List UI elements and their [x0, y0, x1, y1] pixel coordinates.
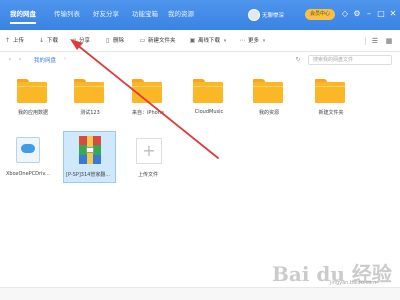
- tab-my-netdisk[interactable]: 我的网盘: [10, 8, 36, 24]
- offline-download-label: 离线下载: [198, 38, 221, 44]
- upload-button[interactable]: ↑ 上传: [4, 36, 24, 46]
- tab-friend-share[interactable]: 好友分享: [93, 8, 119, 18]
- folder-item[interactable]: CloudMusic: [183, 79, 235, 134]
- offline-download-button[interactable]: ▣ 离线下载 ▾: [189, 36, 227, 46]
- file-label: [P-SP]314管家翻...: [66, 172, 111, 178]
- folder-item[interactable]: 测试123: [64, 79, 116, 134]
- toolbar: ↑ 上传 ↓ 下载 ⊲ 分享 ▯ 删除 ▭ 新建文件夹 ▣ 离线下载 ▾ ⋯ 更多 ▾ ☰ ▦: [0, 30, 400, 52]
- folder-label: 来自：iPhone: [132, 110, 164, 116]
- back-icon[interactable]: ‹: [6, 55, 14, 65]
- status-bar: [0, 287, 400, 300]
- chevron-down-icon: ▾: [262, 38, 266, 44]
- refresh-icon[interactable]: ↻: [294, 55, 302, 65]
- folder-label: 新建文件夹: [318, 110, 344, 116]
- upload-tile-label: 上传文件: [138, 172, 159, 178]
- download-label: 下载: [47, 38, 59, 44]
- upload-icon: ↑: [4, 37, 11, 44]
- minimize-icon[interactable]: –: [364, 9, 374, 19]
- more-button[interactable]: ⋯ 更多 ▾: [239, 36, 266, 46]
- folder-label: CloudMusic: [194, 109, 224, 115]
- folder-icon: [193, 79, 223, 103]
- more-icon: ⋯: [239, 37, 246, 44]
- chevron-down-icon: ▾: [223, 38, 227, 44]
- gear-icon[interactable]: ⚙: [352, 9, 362, 19]
- folder-icon: [253, 79, 283, 103]
- share-icon: ⊲: [70, 37, 77, 44]
- forward-icon[interactable]: ›: [16, 55, 24, 65]
- cloud-file-icon[interactable]: [16, 137, 40, 163]
- top-header-bar: 我的网盘 传输列表 好友分享 功能宝箱 我的资源 无聊惨深 会员中心 ◇ ⚙ –…: [0, 0, 400, 30]
- folder-label: 我的资源: [258, 110, 279, 116]
- folder-item[interactable]: 来自：iPhone: [122, 79, 174, 134]
- close-icon[interactable]: ✕: [388, 9, 398, 19]
- folder-item[interactable]: 我的应用数据: [7, 79, 59, 134]
- grid-view-icon[interactable]: ▦: [384, 36, 394, 46]
- folder-icon: [74, 79, 104, 103]
- tab-my-resources[interactable]: 我的资源: [168, 8, 194, 18]
- breadcrumb-bar: ‹ › 我的网盘 › ↻: [0, 52, 400, 68]
- share-button[interactable]: ⊲ 分享: [70, 36, 90, 46]
- breadcrumb-arrow-icon: ›: [64, 56, 66, 62]
- new-folder-label: 新建文件夹: [148, 38, 176, 44]
- tab-feature-box[interactable]: 功能宝箱: [132, 8, 158, 18]
- folder-icon: [132, 79, 162, 103]
- delete-button[interactable]: ▯ 删除: [104, 36, 124, 46]
- username[interactable]: 无聊惨深: [262, 11, 284, 19]
- trash-icon: ▯: [105, 37, 110, 44]
- plus-icon: +: [142, 141, 156, 160]
- folder-item[interactable]: 新建文件夹: [305, 79, 357, 134]
- folder-label: 我的应用数据: [17, 110, 48, 116]
- avatar[interactable]: [248, 9, 260, 21]
- upload-file-tile[interactable]: +: [136, 138, 162, 164]
- list-view-icon[interactable]: ☰: [370, 36, 380, 46]
- breadcrumb[interactable]: 我的网盘: [34, 56, 56, 64]
- delete-label: 删除: [113, 38, 125, 44]
- folder-icon: [17, 79, 47, 103]
- share-label: 分享: [79, 38, 91, 44]
- tab-transfer-list[interactable]: 传输列表: [54, 8, 80, 18]
- folder-icon: [315, 79, 345, 103]
- offline-download-icon: ▣: [189, 37, 196, 44]
- file-label: XboxOnePCDriv...: [6, 171, 50, 177]
- archive-icon[interactable]: [79, 136, 101, 164]
- download-button[interactable]: ↓ 下载: [38, 36, 58, 46]
- watermark-url: jingyan.baidu.com: [330, 280, 377, 286]
- new-folder-icon: ▭: [139, 37, 146, 44]
- upload-label: 上传: [13, 38, 25, 44]
- folder-label: 测试123: [80, 110, 100, 116]
- divider: [365, 37, 366, 45]
- maximize-icon[interactable]: □: [376, 9, 386, 19]
- new-folder-button[interactable]: ▭ 新建文件夹: [139, 36, 176, 46]
- search-input[interactable]: [308, 55, 392, 65]
- shirt-icon[interactable]: ◇: [340, 9, 350, 19]
- download-icon: ↓: [38, 37, 45, 44]
- folder-item[interactable]: 我的资源: [243, 79, 295, 134]
- vip-center-button[interactable]: 会员中心: [305, 9, 335, 20]
- baidu-netdisk-window: 我的网盘 传输列表 好友分享 功能宝箱 我的资源 无聊惨深 会员中心 ◇ ⚙ –…: [0, 0, 400, 300]
- more-label: 更多: [248, 38, 260, 44]
